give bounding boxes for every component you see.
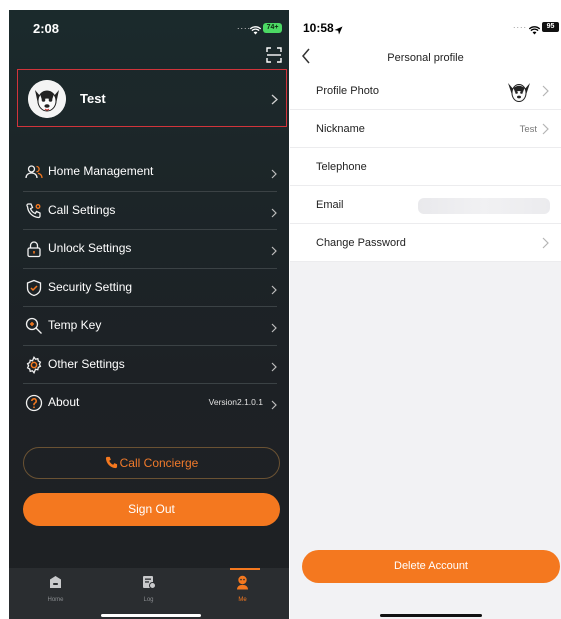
tab-home[interactable]: Home	[9, 568, 102, 619]
row-label: Change Password	[316, 237, 406, 249]
chevron-right-icon	[542, 236, 549, 254]
wifi-icon	[249, 22, 262, 40]
signal-icon: ....	[237, 21, 252, 31]
battery-icon: 95	[542, 22, 559, 32]
bottom-tab-bar: Home Log Me	[9, 568, 289, 619]
phone-settings-icon	[25, 202, 43, 220]
nickname-value: Test	[519, 124, 537, 135]
chevron-right-icon	[271, 397, 277, 415]
menu-item-call-settings[interactable]: Call Settings	[23, 192, 277, 230]
profile-name: Test	[80, 91, 106, 106]
key-search-icon	[25, 317, 43, 335]
lock-icon	[25, 240, 43, 258]
chevron-right-icon	[271, 243, 277, 261]
chevron-right-icon	[271, 282, 277, 300]
right-phone-screen: 10:58 .... 95 Personal profile Profile P…	[290, 10, 561, 619]
menu-item-other-settings[interactable]: Other Settings	[23, 346, 277, 384]
profile-photo-thumbnail	[507, 81, 531, 103]
app-version: Version2.1.0.1	[208, 397, 263, 407]
row-change-password[interactable]: Change Password	[290, 224, 561, 262]
nav-bar: Personal profile	[290, 44, 561, 72]
menu-item-unlock-settings[interactable]: Unlock Settings	[23, 230, 277, 269]
call-concierge-button[interactable]: Call Concierge	[23, 447, 280, 479]
scan-icon[interactable]	[266, 47, 282, 68]
chevron-right-icon	[271, 320, 277, 338]
tab-log[interactable]: Log	[102, 568, 195, 619]
phone-icon	[105, 456, 117, 469]
status-time: 2:08	[33, 21, 60, 36]
home-indicator	[101, 614, 201, 617]
menu-item-home-management[interactable]: Home Management	[23, 153, 277, 192]
menu-label: Unlock Settings	[48, 241, 132, 255]
menu-label: Other Settings	[48, 356, 125, 371]
tab-label: Me	[238, 597, 247, 603]
menu-label: Call Settings	[48, 202, 116, 217]
row-label: Telephone	[316, 161, 367, 173]
menu-label: About	[48, 395, 80, 409]
email-value-redacted	[418, 198, 550, 214]
row-label: Email	[316, 199, 344, 211]
page-title: Personal profile	[387, 52, 464, 64]
delete-account-button[interactable]: Delete Account	[302, 550, 560, 583]
tab-label: Log	[143, 597, 154, 603]
home-icon	[49, 575, 62, 594]
signal-icon: ....	[513, 20, 528, 30]
row-email[interactable]: Email	[290, 186, 561, 224]
me-icon	[236, 575, 249, 595]
chevron-right-icon	[271, 359, 277, 377]
menu-label: Temp Key	[48, 318, 102, 332]
left-phone-screen: 2:08 .... 74+ Test Home Management Call …	[9, 10, 289, 619]
profile-list: Profile Photo Nickname Test Telephone Em…	[290, 72, 561, 262]
active-tab-indicator	[230, 568, 260, 570]
chevron-right-icon	[271, 166, 277, 184]
status-time: 10:58	[303, 21, 334, 35]
home-people-icon	[25, 163, 43, 181]
shield-icon	[25, 279, 43, 297]
tab-label: Home	[47, 597, 64, 603]
avatar	[28, 80, 66, 118]
chevron-right-icon	[542, 84, 549, 102]
row-profile-photo[interactable]: Profile Photo	[290, 72, 561, 110]
row-telephone[interactable]: Telephone	[290, 148, 561, 186]
chevron-right-icon	[271, 92, 278, 110]
sign-out-button[interactable]: Sign Out	[23, 493, 280, 526]
call-concierge-content: Call Concierge	[24, 456, 279, 470]
profile-card[interactable]: Test	[17, 69, 287, 127]
tab-me[interactable]: Me	[196, 568, 289, 619]
settings-menu: Home Management Call Settings Unlock Set…	[23, 153, 277, 423]
row-label: Profile Photo	[316, 85, 379, 97]
gear-icon	[25, 355, 43, 374]
menu-item-about[interactable]: About Version2.1.0.1	[23, 384, 277, 423]
home-indicator	[380, 614, 482, 617]
row-nickname[interactable]: Nickname Test	[290, 110, 561, 148]
row-label: Nickname	[316, 123, 365, 135]
status-bar: 2:08 .... 74+	[9, 10, 289, 46]
status-bar: 10:58 .... 95	[290, 10, 561, 44]
menu-label: Home Management	[48, 164, 154, 178]
menu-item-temp-key[interactable]: Temp Key	[23, 307, 277, 346]
battery-icon: 74+	[263, 23, 282, 33]
chevron-right-icon	[271, 205, 277, 223]
wifi-icon	[528, 22, 541, 40]
chevron-right-icon	[542, 122, 549, 140]
call-concierge-label: Call Concierge	[119, 456, 199, 470]
menu-item-security-setting[interactable]: Security Setting	[23, 269, 277, 307]
log-icon	[142, 575, 156, 594]
menu-label: Security Setting	[48, 279, 133, 294]
question-circle-icon	[25, 394, 43, 412]
location-arrow-icon	[334, 22, 343, 40]
